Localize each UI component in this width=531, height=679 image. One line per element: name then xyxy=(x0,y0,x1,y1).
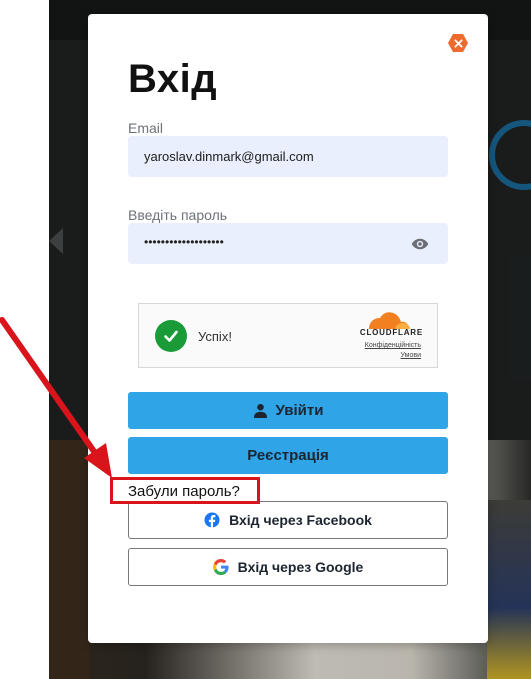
google-button-label: Вхід через Google xyxy=(237,559,364,575)
eye-icon[interactable] xyxy=(411,235,429,253)
register-button-label: Реєстрація xyxy=(247,447,329,464)
facebook-login-button[interactable]: Вхід через Facebook xyxy=(128,501,448,539)
captcha-brand: CLOUDFLARE xyxy=(359,328,423,337)
facebook-icon xyxy=(204,512,220,528)
google-icon xyxy=(212,559,229,575)
google-login-button[interactable]: Вхід через Google xyxy=(128,548,448,586)
privacy-link[interactable]: Конфіденційність xyxy=(331,342,421,349)
terms-link[interactable]: Умови xyxy=(331,352,421,359)
email-label: Email xyxy=(128,120,164,136)
email-field[interactable]: yaroslav.dinmark@gmail.com xyxy=(128,136,448,177)
modal-title: Вхід xyxy=(128,57,218,101)
captcha-widget[interactable]: Успіх! CLOUDFLARE Конфіденційність Умови xyxy=(138,303,438,368)
password-value: ••••••••••••••••••• xyxy=(144,235,224,249)
close-icon xyxy=(453,38,463,48)
login-button[interactable]: Увійти xyxy=(128,392,448,429)
email-value: yaroslav.dinmark@gmail.com xyxy=(144,149,314,164)
register-button[interactable]: Реєстрація xyxy=(128,437,448,474)
page-margin xyxy=(0,0,49,679)
captcha-status: Успіх! xyxy=(198,329,232,344)
login-button-label: Увійти xyxy=(275,402,324,419)
check-icon xyxy=(155,320,187,352)
password-label: Введіть пароль xyxy=(128,207,228,223)
password-field[interactable]: ••••••••••••••••••• xyxy=(128,223,448,264)
facebook-button-label: Вхід через Facebook xyxy=(229,512,372,528)
user-icon xyxy=(253,403,267,418)
annotation-highlight-box xyxy=(110,477,260,504)
